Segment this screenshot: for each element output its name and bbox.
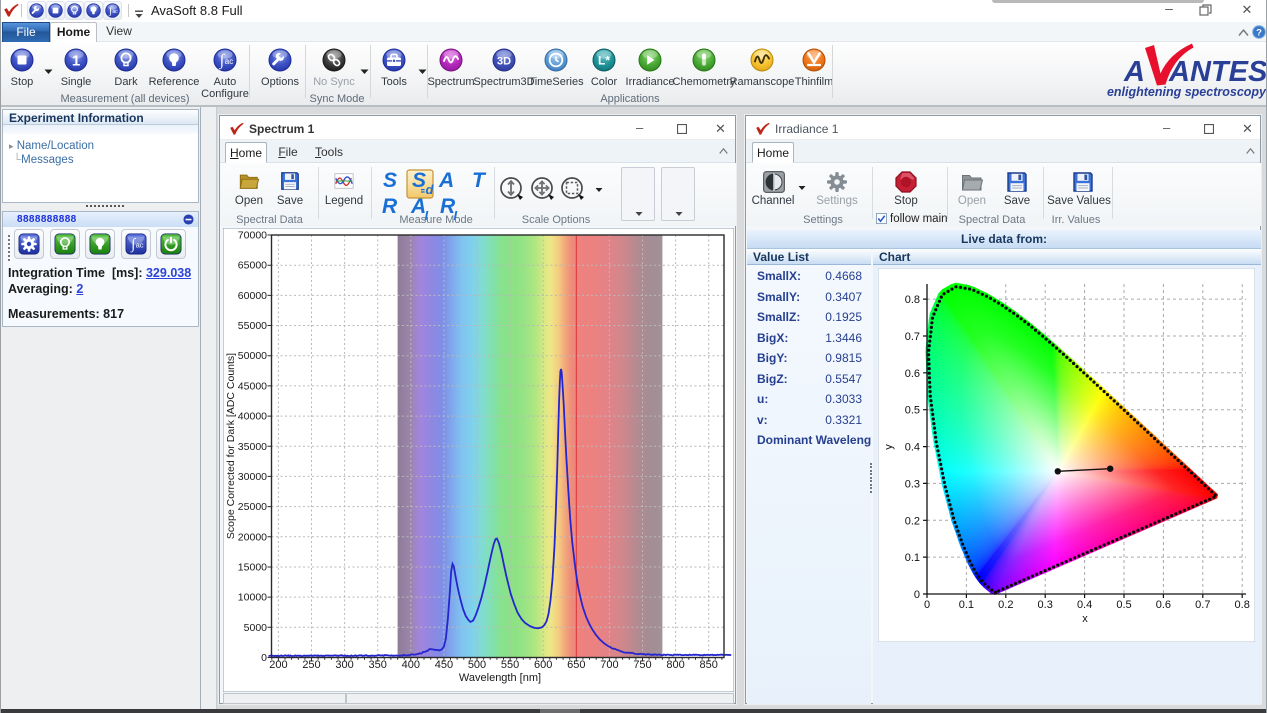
svg-text:45000: 45000	[238, 380, 267, 392]
svg-text:ANTES: ANTES	[1168, 56, 1267, 88]
svg-text:0.8: 0.8	[1235, 599, 1250, 611]
svg-text:200: 200	[269, 659, 287, 671]
svg-text:450: 450	[435, 659, 453, 671]
svg-text:0: 0	[924, 599, 930, 611]
svg-text:x: x	[1082, 613, 1088, 625]
svg-text:0.8: 0.8	[905, 294, 920, 306]
svg-text:0.2: 0.2	[905, 515, 920, 527]
svg-text:600: 600	[534, 659, 552, 671]
svg-text:700: 700	[600, 659, 618, 671]
svg-text:S: S	[412, 169, 426, 192]
svg-text:500: 500	[468, 659, 486, 671]
svg-text:Scope Corrected for Dark [ADC: Scope Corrected for Dark [ADC Counts]	[225, 353, 237, 539]
svg-text:300: 300	[335, 659, 353, 671]
svg-text:40000: 40000	[238, 411, 267, 423]
svg-text:0.7: 0.7	[1195, 599, 1210, 611]
svg-text:A: A	[1123, 56, 1145, 88]
svg-text:55000: 55000	[238, 320, 267, 332]
svg-text:1: 1	[72, 53, 80, 70]
svg-text:10000: 10000	[238, 592, 267, 604]
svg-text:?: ?	[1256, 27, 1262, 38]
svg-text:0.2: 0.2	[998, 599, 1013, 611]
svg-text:50000: 50000	[238, 350, 267, 362]
svg-text:15000: 15000	[238, 562, 267, 574]
svg-text:0.6: 0.6	[1156, 599, 1171, 611]
svg-text:750: 750	[633, 659, 651, 671]
svg-text:30000: 30000	[238, 471, 267, 483]
svg-text:L*: L*	[598, 54, 610, 68]
svg-text:250: 250	[302, 659, 320, 671]
svg-text:0.1: 0.1	[905, 552, 920, 564]
svg-text:A: A	[438, 169, 454, 192]
svg-text:550: 550	[501, 659, 519, 671]
svg-text:400: 400	[402, 659, 420, 671]
svg-text:350: 350	[369, 659, 387, 671]
svg-text:35000: 35000	[238, 441, 267, 453]
svg-text:y: y	[883, 444, 895, 450]
svg-text:5000: 5000	[244, 622, 268, 634]
svg-text:70000: 70000	[238, 230, 267, 242]
svg-text:ac: ac	[112, 9, 118, 15]
svg-text:ac: ac	[225, 57, 233, 66]
svg-text:0: 0	[914, 589, 920, 601]
svg-text:20000: 20000	[238, 531, 267, 543]
svg-text:0: 0	[261, 652, 267, 664]
svg-text:0.1: 0.1	[959, 599, 974, 611]
svg-text:850: 850	[700, 659, 718, 671]
svg-text:T: T	[472, 169, 487, 192]
svg-text:65000: 65000	[238, 260, 267, 272]
svg-text:3D: 3D	[497, 56, 511, 68]
svg-text:0.6: 0.6	[905, 368, 920, 380]
svg-text:60000: 60000	[238, 290, 267, 302]
svg-text:0.5: 0.5	[905, 405, 920, 417]
svg-text:ac: ac	[136, 241, 144, 250]
svg-text:0.7: 0.7	[905, 331, 920, 343]
svg-text:enlightening spectroscopy: enlightening spectroscopy	[1107, 85, 1267, 99]
svg-text:Wavelength [nm]: Wavelength [nm]	[459, 672, 541, 684]
svg-text:0.3: 0.3	[1038, 599, 1053, 611]
svg-text:d: d	[426, 182, 435, 197]
svg-text:0.4: 0.4	[905, 442, 920, 454]
svg-text:800: 800	[666, 659, 684, 671]
svg-text:S: S	[383, 169, 397, 192]
svg-text:0.4: 0.4	[1077, 599, 1092, 611]
svg-text:650: 650	[567, 659, 585, 671]
svg-text:0.5: 0.5	[1116, 599, 1131, 611]
svg-text:0.3: 0.3	[905, 478, 920, 490]
svg-text:25000: 25000	[238, 501, 267, 513]
